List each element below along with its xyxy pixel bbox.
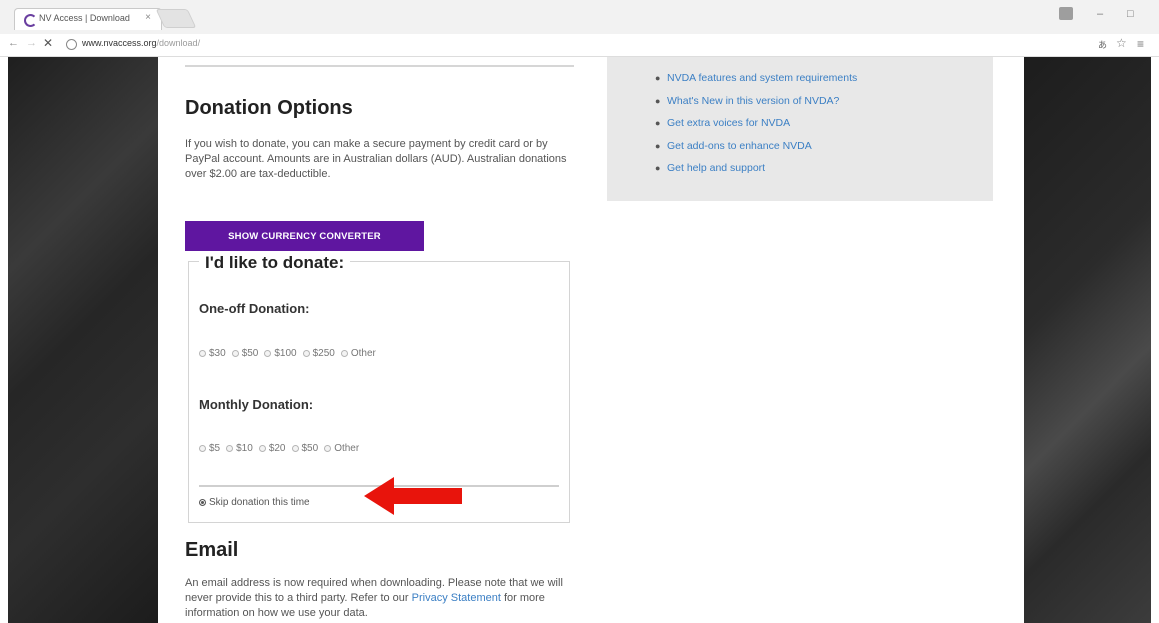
translate-icon[interactable]: あ xyxy=(1098,38,1107,51)
radio-button[interactable] xyxy=(302,350,310,357)
sidebar-link-voices[interactable]: ● Get extra voices for NVDA xyxy=(655,112,857,135)
radio-button[interactable] xyxy=(231,350,239,357)
monthly-option-10[interactable]: $10 xyxy=(226,443,253,454)
browser-menu-icon[interactable]: ≡ xyxy=(1137,37,1144,51)
radio-button[interactable] xyxy=(199,445,206,452)
email-notice-text: An email address is now required when do… xyxy=(185,577,563,619)
monthly-donation-heading: Monthly Donation: xyxy=(199,397,314,412)
background-right-decor xyxy=(1024,57,1151,623)
radio-button[interactable] xyxy=(226,445,234,452)
donation-options-heading: Donation Options xyxy=(185,97,353,119)
red-arrow-annotation-icon xyxy=(364,477,462,515)
minimize-icon[interactable]: – xyxy=(1097,8,1103,20)
sidebar-link-list: ● NVDA features and system requirements ●… xyxy=(655,67,857,180)
site-info-icon[interactable] xyxy=(66,39,77,50)
sidebar-link-addons[interactable]: ● Get add-ons to enhance NVDA xyxy=(655,135,857,158)
page-viewport: ● NVDA features and system requirements ●… xyxy=(0,57,1159,623)
bullet-icon: ● xyxy=(655,140,661,151)
monthly-option-5[interactable]: $5 xyxy=(199,443,220,454)
radio-button[interactable] xyxy=(264,350,272,357)
donation-intro-text: If you wish to donate, you can make a se… xyxy=(185,138,567,180)
radio-button-selected[interactable] xyxy=(199,499,206,506)
monthly-option-20[interactable]: $20 xyxy=(258,443,286,454)
browser-tab[interactable]: NV Access | Download × xyxy=(14,8,162,30)
maximize-icon[interactable]: □ xyxy=(1127,8,1134,20)
radio-button[interactable] xyxy=(199,350,206,357)
forward-arrow-icon[interactable]: → xyxy=(26,37,37,49)
skip-donation-option[interactable]: Skip donation this time xyxy=(199,497,310,508)
radio-button[interactable] xyxy=(340,350,348,357)
radio-button[interactable] xyxy=(324,445,332,452)
one-off-option-other[interactable]: Other xyxy=(340,348,376,359)
address-bar: ← → ✕ www.nvaccess.org/download/ あ ☆ ≡ xyxy=(0,34,1159,57)
email-heading: Email xyxy=(185,539,239,561)
section-divider xyxy=(185,65,574,67)
bullet-icon: ● xyxy=(655,95,661,106)
sidebar-panel: ● NVDA features and system requirements ●… xyxy=(607,57,993,201)
bullet-icon: ● xyxy=(655,163,661,173)
nvaccess-favicon-icon xyxy=(24,14,37,27)
donate-form-heading: I'd like to donate: xyxy=(199,253,351,273)
one-off-option-100[interactable]: $100 xyxy=(264,348,297,359)
sidebar-link-whats-new[interactable]: ● What's New in this version of NVDA? xyxy=(655,90,857,113)
tab-close-icon[interactable]: × xyxy=(145,12,151,23)
stop-loading-icon[interactable]: ✕ xyxy=(43,36,53,50)
one-off-donation-heading: One-off Donation: xyxy=(199,301,310,316)
one-off-option-250[interactable]: $250 xyxy=(302,348,335,359)
tab-strip: NV Access | Download × – □ xyxy=(0,0,1159,34)
bullet-icon: ● xyxy=(655,73,661,83)
monthly-options: $5 $10 $20 $50 Other xyxy=(199,443,365,454)
one-off-option-30[interactable]: $30 xyxy=(199,348,226,359)
monthly-option-50[interactable]: $50 xyxy=(291,443,318,454)
user-profile-icon[interactable] xyxy=(1059,7,1073,20)
url-host: www.nvaccess.org xyxy=(82,38,157,48)
bullet-icon: ● xyxy=(655,118,661,128)
sidebar-link-features[interactable]: ● NVDA features and system requirements xyxy=(655,67,857,90)
skip-donation-label: Skip donation this time xyxy=(209,497,310,508)
background-left-decor xyxy=(8,57,158,623)
privacy-statement-link[interactable]: Privacy Statement xyxy=(412,592,501,604)
show-currency-converter-button[interactable]: SHOW CURRENCY CONVERTER xyxy=(185,221,424,251)
radio-button[interactable] xyxy=(291,445,299,452)
tab-title: NV Access | Download xyxy=(39,13,130,23)
one-off-options: $30 $50 $100 $250 Other xyxy=(199,348,382,359)
radio-button[interactable] xyxy=(258,445,266,452)
url-field[interactable]: www.nvaccess.org/download/ xyxy=(82,38,200,48)
monthly-option-other[interactable]: Other xyxy=(324,443,359,454)
url-path: /download/ xyxy=(156,38,201,48)
back-arrow-icon[interactable]: ← xyxy=(8,37,19,49)
bookmark-star-icon[interactable]: ☆ xyxy=(1116,36,1127,50)
sidebar-link-support[interactable]: ● Get help and support xyxy=(655,157,857,180)
one-off-option-50[interactable]: $50 xyxy=(231,348,258,359)
